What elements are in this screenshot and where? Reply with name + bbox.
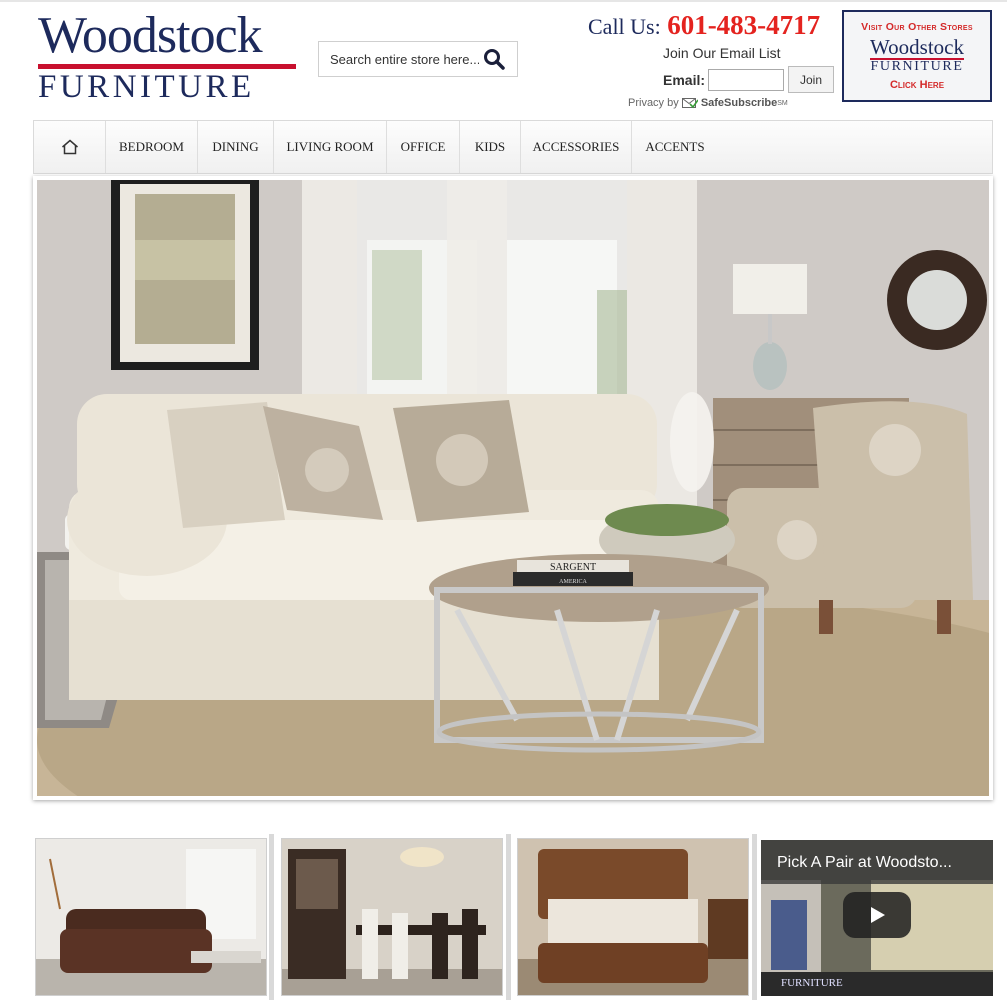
book-subtitle: AMERICA — [559, 579, 587, 585]
thumb-divider — [269, 834, 274, 1000]
nav-kids[interactable]: KIDS — [460, 121, 521, 173]
thumb-dining[interactable] — [281, 838, 503, 996]
video-title: Pick A Pair at Woodsto... — [777, 854, 952, 871]
privacy-link[interactable]: Privacy — [628, 97, 664, 109]
video-caption-brand: FURNITURE — [781, 977, 843, 989]
service-mark: SM — [777, 99, 788, 107]
hero-banner[interactable]: SARGENT AMERICA — [33, 176, 993, 800]
thumb-divider — [506, 834, 511, 1000]
logo-wordmark: Woodstock — [38, 7, 263, 64]
phone-number[interactable]: 601-483-4717 — [667, 10, 820, 40]
call-label: Call Us: — [588, 14, 661, 39]
video-player[interactable]: FURNITURE Pick A Pair at Woodsto... — [761, 840, 993, 996]
search-input[interactable] — [319, 51, 479, 67]
nav-office[interactable]: OFFICE — [387, 121, 460, 173]
privacy-safesubscribe: Privacy by SafeSubscribe SM — [628, 97, 788, 109]
email-signup-form: Email: Join — [663, 66, 835, 93]
dining-thumb-image — [282, 839, 502, 995]
play-button[interactable] — [843, 892, 911, 938]
email-field[interactable] — [708, 68, 785, 91]
email-label: Email: — [663, 71, 706, 88]
thumb-living-room[interactable] — [35, 838, 267, 996]
nav-home[interactable] — [34, 121, 106, 173]
other-stores-logo-subtitle: FURNITURE — [870, 59, 964, 74]
logo-subtitle: FURNITURE — [38, 69, 255, 105]
site-logo[interactable]: Woodstock FURNITURE — [38, 7, 300, 104]
search-button[interactable] — [479, 44, 509, 74]
other-stores-logo-wordmark: Woodstock — [870, 35, 964, 59]
nav-bedroom[interactable]: BEDROOM — [106, 121, 198, 173]
thumb-bedroom[interactable] — [517, 838, 749, 996]
privacy-by: by — [667, 97, 679, 109]
home-icon — [61, 139, 78, 155]
envelope-check-icon — [681, 97, 698, 108]
other-stores-heading: Visit Our Other Stores — [861, 21, 973, 33]
bedroom-thumb-image — [518, 839, 748, 995]
other-stores-banner[interactable]: Visit Our Other Stores Woodstock FURNITU… — [842, 10, 992, 102]
email-list-title: Join Our Email List — [663, 45, 781, 61]
top-border — [0, 0, 1007, 2]
main-nav: BEDROOM DINING LIVING ROOM OFFICE KIDS A… — [33, 120, 993, 174]
nav-accents[interactable]: ACCENTS — [632, 121, 718, 173]
book-title: SARGENT — [550, 562, 596, 573]
nav-accessories[interactable]: ACCESSORIES — [521, 121, 632, 173]
play-icon — [871, 907, 885, 923]
nav-living-room[interactable]: LIVING ROOM — [274, 121, 387, 173]
nav-dining[interactable]: DINING — [198, 121, 274, 173]
safesubscribe-label: SafeSubscribe — [700, 97, 778, 109]
join-button[interactable]: Join — [788, 66, 835, 93]
hero-living-room-image: SARGENT AMERICA — [37, 180, 989, 796]
living-room-thumb-image — [36, 839, 266, 995]
search-icon — [484, 49, 505, 70]
click-here-link: Click Here — [889, 79, 945, 91]
call-us: Call Us: 601-483-4717 — [588, 10, 838, 41]
search-box — [318, 41, 518, 77]
thumb-divider — [752, 834, 757, 1000]
